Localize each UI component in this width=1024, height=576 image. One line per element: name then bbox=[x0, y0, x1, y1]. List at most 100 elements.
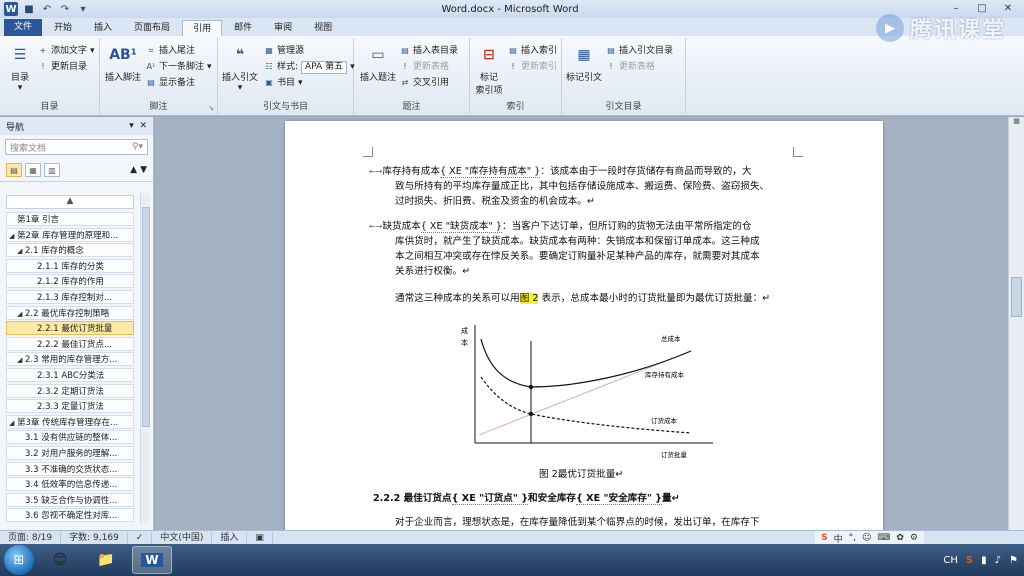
nav-heading-item[interactable]: 3.3 不准确的交货状态... bbox=[6, 461, 134, 476]
nav-scrollbar[interactable] bbox=[140, 193, 150, 523]
save-icon[interactable]: ■ bbox=[22, 2, 36, 16]
nav-heading-item[interactable]: 2.3.2 定期订货法 bbox=[6, 383, 134, 398]
nav-heading-item[interactable]: ◢ 第2章 库存管理的原理和... bbox=[6, 227, 134, 242]
taskbar-explorer-icon[interactable]: 📁 bbox=[86, 546, 126, 574]
nav-heading-item[interactable]: 2.3.1 ABC分类法 bbox=[6, 367, 134, 382]
punct-icon[interactable]: °, bbox=[849, 533, 856, 543]
tab-page-layout[interactable]: 页面布局 bbox=[124, 20, 180, 36]
nav-heading-item[interactable]: 第1章 引言 bbox=[6, 212, 134, 226]
tray-lang[interactable]: CH bbox=[943, 555, 958, 566]
macro-icon[interactable]: ▣ bbox=[247, 531, 273, 544]
nav-close-icon[interactable]: ✕ bbox=[139, 121, 147, 131]
nav-heading-item[interactable]: ◢ 2.3 常用的库存管理方... bbox=[6, 352, 134, 367]
insert-toa-button[interactable]: ▤ 插入引文目录 bbox=[606, 44, 673, 58]
show-notes-button[interactable]: ▤ 显示备注 bbox=[146, 76, 195, 90]
collapse-all-button[interactable]: ▲ bbox=[6, 195, 134, 209]
skin-icon[interactable]: ✿ bbox=[896, 533, 904, 543]
tab-references[interactable]: 引用 bbox=[182, 20, 223, 36]
next-footnote-button[interactable]: A¹ 下一条脚注 ▾ bbox=[146, 60, 212, 74]
cross-reference-button[interactable]: ⇄ 交叉引用 bbox=[400, 76, 449, 90]
paragraph-relation[interactable]: 通常这三种成本的关系可以用图 2 表示，总成本最小时的订货批量即为最优订货批量：… bbox=[395, 291, 815, 306]
emoji-icon[interactable]: ☺ bbox=[862, 533, 871, 543]
expand-icon[interactable]: ◢ bbox=[9, 229, 17, 241]
document-page[interactable]: ←→库存持有成本{ XE "库存持有成本" }：该成本由于一段时存货储存有商品而… bbox=[285, 121, 883, 530]
ime-lang[interactable]: 中 bbox=[834, 532, 843, 545]
scroll-thumb[interactable] bbox=[1011, 277, 1022, 317]
add-text-button[interactable]: + 添加文字 ▾ bbox=[38, 44, 95, 58]
tray-sogou-icon[interactable]: S bbox=[966, 555, 973, 566]
nav-heading-item[interactable]: 3.5 缺乏合作与协调性... bbox=[6, 492, 134, 507]
nav-heading-item[interactable]: ◢ 2.2 最优库存控制策略 bbox=[6, 305, 134, 320]
paragraph-stockout-cost[interactable]: ←→缺货成本{ XE "缺货成本" }：当客户下达订单，但所订购的货物无法由平常… bbox=[369, 219, 799, 279]
nav-scroll-thumb[interactable] bbox=[142, 207, 150, 427]
nav-heading-item[interactable]: 2.2.2 最佳订货点... bbox=[6, 336, 134, 351]
nav-heading-item[interactable]: 3.1 没有供应链的整体... bbox=[6, 430, 134, 445]
sogou-icon[interactable]: S bbox=[821, 533, 827, 543]
start-button[interactable]: ⊞ bbox=[4, 545, 34, 575]
insert-footnote-button[interactable]: AB¹ 插入脚注 bbox=[104, 42, 142, 83]
nav-heading-item[interactable]: 3.2 对用户服务的理解... bbox=[6, 445, 134, 460]
insert-citation-button[interactable]: ❝ 插入引文 ▾ bbox=[220, 42, 260, 93]
nav-heading-item[interactable]: 2.3.3 定量订货法 bbox=[6, 399, 134, 414]
bibliography-button[interactable]: ▣ 书目 ▾ bbox=[264, 76, 302, 90]
tray-volume-icon[interactable]: ♪ bbox=[995, 555, 1001, 566]
expand-icon[interactable]: ◢ bbox=[9, 416, 17, 428]
tab-review[interactable]: 审阅 bbox=[264, 20, 302, 36]
page-indicator[interactable]: 页面: 8/19 bbox=[0, 531, 62, 544]
update-toc-button[interactable]: ! 更新目录 bbox=[38, 60, 87, 74]
nav-heading-item[interactable]: 3.4 低效率的信息传递... bbox=[6, 477, 134, 492]
paragraph-reorder[interactable]: 对于企业而言，理想状态是，在库存量降低到某个临界点的时候，发出订单，在库存下 bbox=[395, 515, 825, 530]
next-icon[interactable]: ▼ bbox=[140, 165, 147, 175]
nav-heading-item[interactable]: 2.1.3 库存控制对... bbox=[6, 289, 134, 304]
browse-pages-icon[interactable]: ▦ bbox=[25, 163, 41, 177]
tab-insert[interactable]: 插入 bbox=[84, 20, 122, 36]
tools-icon[interactable]: ⚙ bbox=[910, 533, 918, 543]
taskbar-qq-icon[interactable]: 😊 bbox=[40, 546, 80, 574]
insert-caption-button[interactable]: ▭ 插入题注 bbox=[358, 42, 398, 83]
heading-2-2-2[interactable]: 2.2.2 最佳订货点{ XE "订货点" }和安全库存{ XE "安全库存" … bbox=[373, 491, 813, 506]
update-index-button[interactable]: ! 更新索引 bbox=[508, 60, 557, 74]
nav-search-input[interactable]: 搜索文档 bbox=[10, 141, 46, 154]
insert-endnote-button[interactable]: ⌗ 插入尾注 bbox=[146, 44, 195, 58]
expand-icon[interactable]: ◢ bbox=[17, 353, 25, 365]
nav-options-icon[interactable]: ▾ bbox=[129, 121, 134, 131]
tray-flag-icon[interactable]: ⚑ bbox=[1009, 555, 1018, 566]
word-count[interactable]: 字数: 9,169 bbox=[61, 531, 128, 544]
dialog-launcher-icon[interactable]: ↘ bbox=[208, 104, 214, 112]
tray-network-icon[interactable]: ▮ bbox=[981, 555, 987, 566]
update-toa-button[interactable]: ! 更新表格 bbox=[606, 60, 655, 74]
nav-heading-item[interactable]: 2.1.2 库存的作用 bbox=[6, 274, 134, 289]
tab-home[interactable]: 开始 bbox=[44, 20, 82, 36]
tab-file[interactable]: 文件 bbox=[4, 19, 43, 36]
language-indicator[interactable]: 中文(中国) bbox=[152, 531, 213, 544]
word-app-icon[interactable]: W bbox=[4, 2, 18, 16]
keyboard-icon[interactable]: ⌨ bbox=[877, 533, 890, 543]
mark-citation-button[interactable]: ▦ 标记引文 bbox=[564, 42, 604, 83]
proofing-icon[interactable]: ✓ bbox=[128, 531, 153, 544]
insert-index-button[interactable]: ▤ 插入索引 bbox=[508, 44, 557, 58]
toc-button[interactable]: ☰ 目录 ▾ bbox=[2, 42, 38, 93]
mark-entry-button[interactable]: ⊟ 标记 索引项 bbox=[472, 42, 506, 96]
update-table-button[interactable]: ! 更新表格 bbox=[400, 60, 449, 74]
browse-results-icon[interactable]: ▥ bbox=[44, 163, 60, 177]
insert-table-of-figures-button[interactable]: ▤ 插入表目录 bbox=[400, 44, 458, 58]
browse-headings-icon[interactable]: ▤ bbox=[6, 163, 22, 177]
tab-mailings[interactable]: 邮件 bbox=[224, 20, 262, 36]
expand-icon[interactable]: ◢ bbox=[17, 244, 25, 256]
paragraph-holding-cost[interactable]: ←→库存持有成本{ XE "库存持有成本" }：该成本由于一段时存货储存有商品而… bbox=[369, 164, 799, 209]
redo-icon[interactable]: ↷ bbox=[58, 2, 72, 16]
nav-heading-item[interactable]: ◢ 第3章 传统库存管理存在... bbox=[6, 414, 134, 429]
style-value[interactable]: APA 第五 bbox=[301, 60, 348, 74]
vertical-scrollbar[interactable]: ▦ bbox=[1008, 117, 1024, 530]
undo-icon[interactable]: ↶ bbox=[40, 2, 54, 16]
insert-mode[interactable]: 插入 bbox=[212, 531, 248, 544]
style-select[interactable]: ☷ 样式: APA 第五 ▾ bbox=[264, 60, 355, 74]
nav-heading-item[interactable]: 2.2.1 最优订货批量 bbox=[6, 321, 134, 336]
nav-heading-item[interactable]: ◢ 2.1 库存的概念 bbox=[6, 243, 134, 258]
tab-view[interactable]: 视图 bbox=[304, 20, 342, 36]
manage-sources-button[interactable]: ▦ 管理源 bbox=[264, 44, 304, 58]
nav-heading-item[interactable]: 3.6 忽视不确定性对库... bbox=[6, 508, 134, 523]
search-icon[interactable]: ⚲▾ bbox=[132, 142, 143, 152]
nav-heading-item[interactable]: 2.1.1 库存的分类 bbox=[6, 258, 134, 273]
ruler-toggle-icon[interactable]: ▦ bbox=[1009, 117, 1024, 125]
